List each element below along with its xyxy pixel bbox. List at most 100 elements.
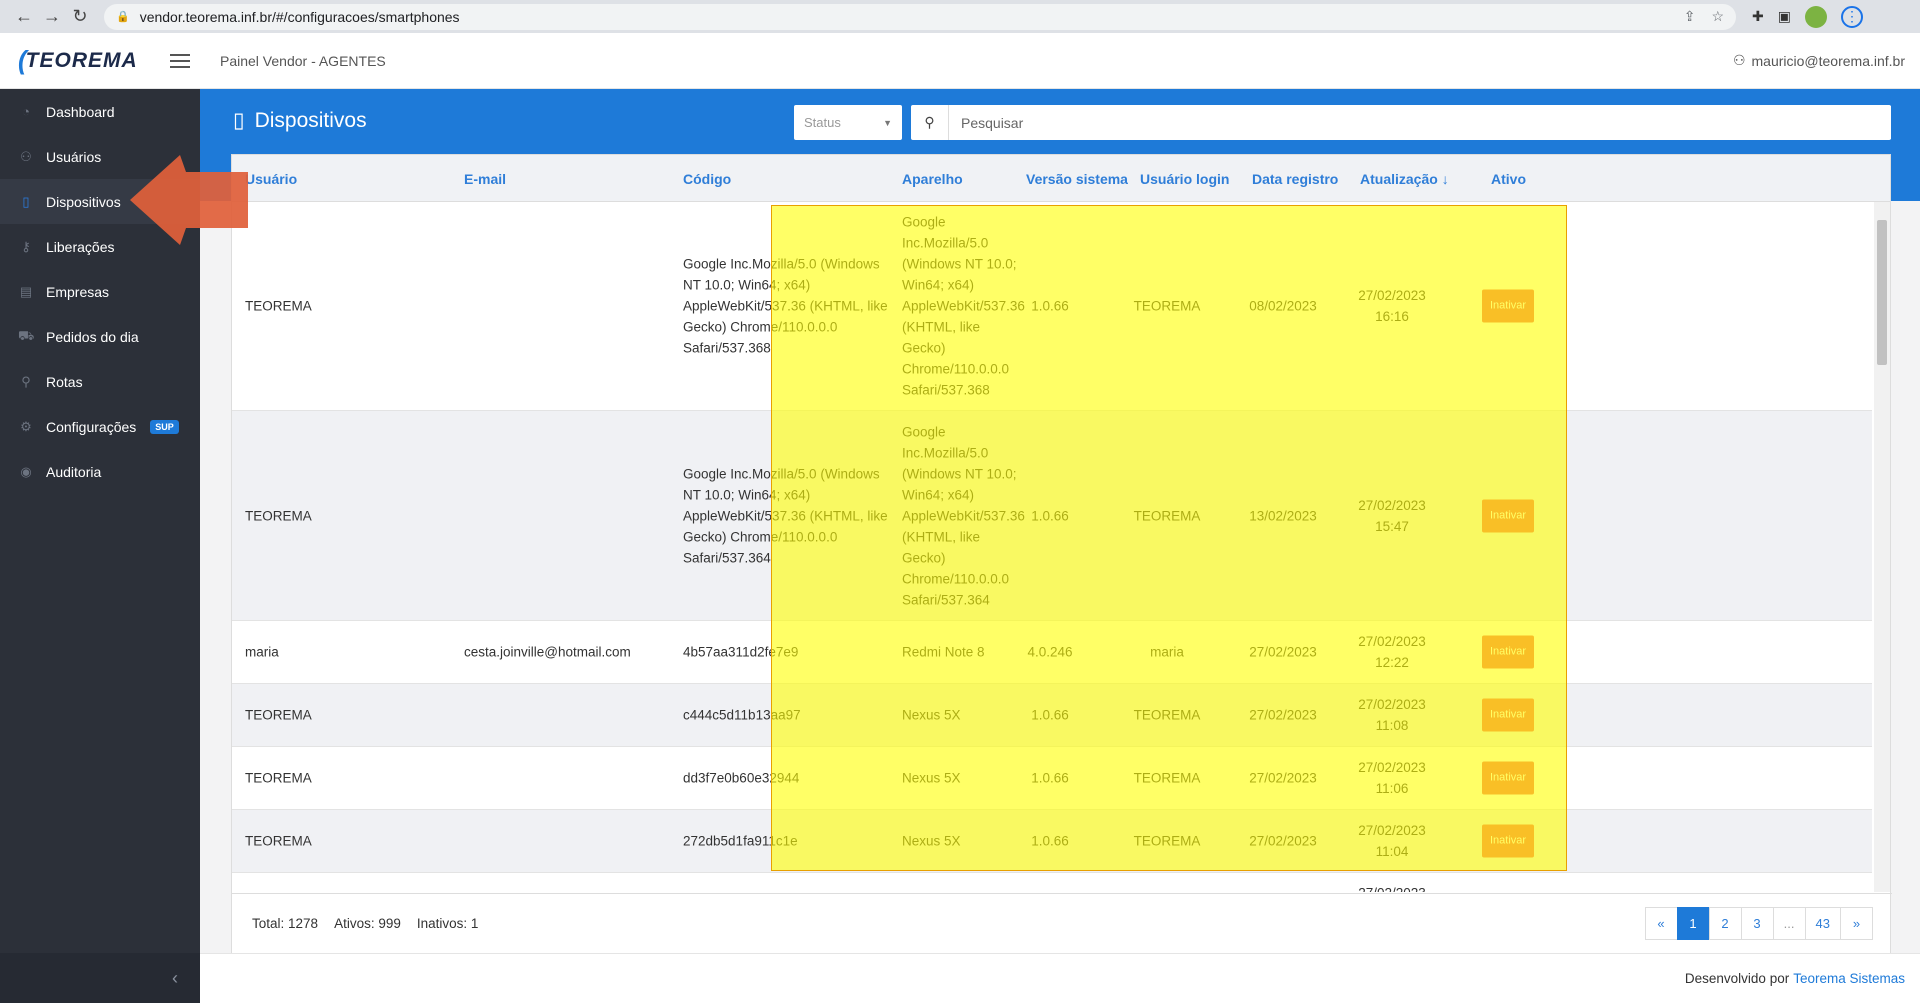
- sidebar-item-6[interactable]: ⛟ Pedidos do dia: [0, 314, 200, 359]
- cell-codigo: Google Inc.Mozilla/5.0 (Windows NT 10.0;…: [683, 256, 888, 356]
- reload-icon[interactable]: ↻: [66, 3, 94, 31]
- extensions-icon[interactable]: ✚: [1752, 8, 1764, 25]
- profile-avatar[interactable]: [1804, 5, 1827, 28]
- phone-icon: ▯: [233, 109, 245, 132]
- status-select[interactable]: Status ▼: [794, 105, 902, 140]
- active-count: Ativos: 999: [334, 916, 401, 931]
- column-header[interactable]: Usuário: [245, 171, 297, 187]
- sidebar-item-1[interactable]: ◔ Dashboard: [0, 89, 200, 134]
- address-bar[interactable]: 🔒 vendor.teorema.inf.br/#/configuracoes/…: [104, 3, 1736, 30]
- search-input[interactable]: [949, 106, 1891, 139]
- column-header[interactable]: Aparelho: [902, 171, 963, 187]
- cell-ativo: Inativar: [1482, 761, 1535, 795]
- column-header[interactable]: Ativo: [1491, 171, 1526, 187]
- eye-icon: ◉: [20, 463, 32, 479]
- scroll-thumb[interactable]: [1877, 220, 1887, 365]
- sidebar-item-label: Configurações: [46, 418, 137, 435]
- share-icon[interactable]: ⇪: [1684, 8, 1696, 25]
- sidebar-item-8[interactable]: ⚙ Configurações SUP: [0, 404, 200, 449]
- cell-registro: 27/02/2023: [1249, 833, 1317, 849]
- page-button[interactable]: «: [1644, 907, 1678, 940]
- cell-usuario: TEOREMA: [245, 833, 312, 849]
- column-header[interactable]: Data registro: [1252, 171, 1338, 187]
- column-header[interactable]: Usuário login: [1140, 171, 1229, 187]
- logo-text: TEOREMA: [25, 48, 138, 72]
- table-row[interactable]: TEOREMA dd3f7e0b60e32944 Nexus 5X 1.0.66 TEO…: [232, 747, 1872, 810]
- panel-title: Painel Vendor - AGENTES: [220, 52, 386, 69]
- search-icon[interactable]: ⚲: [911, 105, 949, 140]
- inativar-button[interactable]: Inativar: [1482, 698, 1535, 732]
- scrollbar[interactable]: [1874, 202, 1890, 892]
- sidebar-item-9[interactable]: ◉ Auditoria: [0, 449, 200, 494]
- forward-icon[interactable]: →: [38, 3, 66, 31]
- column-header[interactable]: Versão sistema: [1026, 171, 1128, 187]
- app-topbar: (TEOREMA Painel Vendor - AGENTES ⚇ mauri…: [0, 33, 1920, 89]
- sidepanel-icon[interactable]: ▣: [1778, 8, 1791, 25]
- search-box: ⚲: [911, 105, 1891, 140]
- browser-menu-icon[interactable]: ⋮: [1840, 5, 1863, 28]
- cell-atualizacao: 27/02/2023 11:04: [1358, 823, 1426, 859]
- map-marker-icon: ⚲: [21, 373, 31, 389]
- cell-ativo: Inativar: [1482, 289, 1535, 323]
- page-button[interactable]: 2: [1708, 907, 1742, 940]
- dashboard-icon: ◔: [22, 104, 30, 119]
- table-header: Usuário E-mail Código Aparelho Versão sistem…: [232, 155, 1890, 202]
- user-email: mauricio@teorema.inf.br: [1751, 52, 1906, 69]
- cell-usuario: TEOREMA: [245, 770, 312, 786]
- footer-link[interactable]: Teorema Sistemas: [1793, 971, 1905, 986]
- sidebar-item-5[interactable]: ▤ Empresas: [0, 269, 200, 314]
- sidebar-item-label: Dashboard: [46, 103, 115, 120]
- cell-login: TEOREMA: [1133, 770, 1201, 786]
- table-row[interactable]: TEOREMA Google Inc.Mozilla/5.0 (Windows N…: [232, 202, 1872, 411]
- cell-atualizacao: 27/02/2023: [1342, 883, 1442, 893]
- hamburger-menu-icon[interactable]: [170, 53, 190, 68]
- inativar-button[interactable]: Inativar: [1482, 499, 1535, 532]
- chevron-down-icon: ▼: [883, 117, 892, 128]
- inativar-button[interactable]: Inativar: [1482, 761, 1535, 795]
- sidebar-item-label: Dispositivos: [46, 193, 121, 210]
- sidebar-item-label: Liberações: [46, 238, 115, 255]
- cell-codigo: c444c5d11b13aa97: [683, 707, 801, 723]
- inativar-button[interactable]: Inativar: [1482, 289, 1535, 323]
- footer-text: Desenvolvido por: [1684, 971, 1790, 986]
- cell-registro: 08/02/2023: [1249, 298, 1317, 314]
- user-menu[interactable]: ⚇ mauricio@teorema.inf.br: [1733, 52, 1905, 69]
- page-button[interactable]: 3: [1740, 907, 1774, 940]
- column-header[interactable]: E-mail: [464, 171, 506, 187]
- cell-codigo: 272db5d1fa911c1e: [683, 833, 798, 849]
- cell-usuario: maria: [245, 644, 279, 660]
- table-summary: Total: 1278 Ativos: 999 Inativos: 1 «1 2 3…: [232, 893, 1892, 953]
- column-header[interactable]: Código: [683, 171, 731, 187]
- status-placeholder: Status: [804, 115, 841, 130]
- cell-registro: 13/02/2023: [1249, 508, 1317, 523]
- page-button[interactable]: »: [1840, 907, 1873, 940]
- page-button[interactable]: 43: [1804, 907, 1841, 940]
- sidebar-item-7[interactable]: ⚲ Rotas: [0, 359, 200, 404]
- cell-atualizacao: 27/02/2023 11:06: [1358, 760, 1426, 796]
- inativar-button[interactable]: Inativar: [1482, 824, 1535, 858]
- table-row[interactable]: TEOREMA c444c5d11b13aa97 Nexus 5X 1.0.66 TEO…: [232, 684, 1872, 747]
- cell-registro: 27/02/2023: [1249, 707, 1317, 723]
- star-icon[interactable]: ☆: [1711, 8, 1724, 25]
- page-button[interactable]: ...: [1772, 907, 1806, 940]
- back-icon[interactable]: ←: [10, 3, 38, 31]
- collapse-sidebar-icon[interactable]: ‹: [0, 953, 200, 1003]
- table-row[interactable]: maria cesta.joinville@hotmail.com 4b57aa31…: [232, 621, 1872, 684]
- table-row[interactable]: TEOREMA 272db5d1fa911c1e Nexus 5X 1.0.66 TEO…: [232, 810, 1872, 873]
- users-icon: ⚇: [20, 148, 32, 164]
- url-text[interactable]: vendor.teorema.inf.br/#/configuracoes/sm…: [140, 9, 460, 25]
- column-header[interactable]: Atualização ↓: [1360, 171, 1449, 187]
- cell-atualizacao: 27/02/2023 15:47: [1358, 497, 1426, 534]
- table-row-partial[interactable]: 27/02/2023: [232, 873, 1872, 893]
- cell-login: TEOREMA: [1133, 707, 1201, 723]
- inativar-button[interactable]: Inativar: [1482, 635, 1535, 669]
- cell-versao: 1.0.66: [1031, 770, 1069, 786]
- sidebar-item-label: Empresas: [46, 283, 110, 300]
- table-row[interactable]: TEOREMA Google Inc.Mozilla/5.0 (Windows N…: [232, 411, 1872, 621]
- annotation-arrow: [130, 155, 248, 245]
- phone-icon: ▯: [22, 193, 30, 209]
- cell-atualizacao: 27/02/2023 16:16: [1358, 288, 1426, 324]
- page-button[interactable]: 1: [1676, 907, 1710, 940]
- briefcase-icon: ▤: [19, 283, 33, 299]
- sidebar-item-label: Usuários: [46, 148, 102, 165]
